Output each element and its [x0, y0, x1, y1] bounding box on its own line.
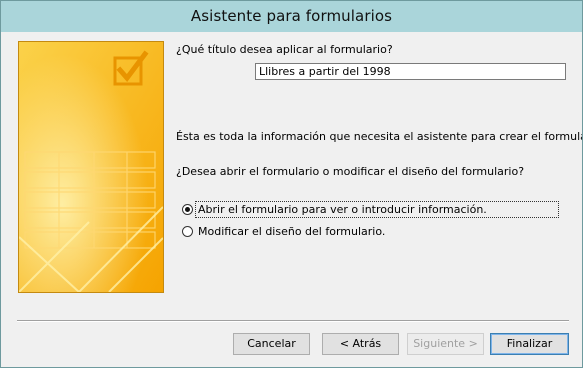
- wizard-window: Asistente para formularios ¿Qué título d…: [0, 0, 583, 368]
- title-question-label: ¿Qué título desea aplicar al formulario?: [176, 43, 393, 56]
- info-text: Ésta es toda la información que necesita…: [176, 130, 583, 143]
- modify-design-label[interactable]: Modificar el diseño del formulario.: [196, 224, 387, 239]
- finish-button[interactable]: Finalizar: [490, 333, 569, 355]
- wizard-content: ¿Qué título desea aplicar al formulario?…: [9, 32, 582, 359]
- modify-design-radio[interactable]: [182, 226, 193, 237]
- open-form-label[interactable]: Abrir el formulario para ver o introduci…: [195, 201, 559, 218]
- divider: [17, 320, 569, 322]
- next-button[interactable]: Siguiente >: [407, 333, 484, 355]
- cancel-button[interactable]: Cancelar: [233, 333, 310, 355]
- form-wizard-illustration: [19, 42, 163, 292]
- window-title: Asistente para formularios: [190, 7, 393, 25]
- title-bar[interactable]: Asistente para formularios: [1, 1, 582, 32]
- back-button[interactable]: < Atrás: [322, 333, 399, 355]
- form-title-input[interactable]: Llibres a partir del 1998: [255, 63, 566, 80]
- open-question-label: ¿Desea abrir el formulario o modificar e…: [176, 165, 525, 178]
- wizard-banner-image: [18, 41, 164, 293]
- open-form-radio[interactable]: [182, 204, 193, 215]
